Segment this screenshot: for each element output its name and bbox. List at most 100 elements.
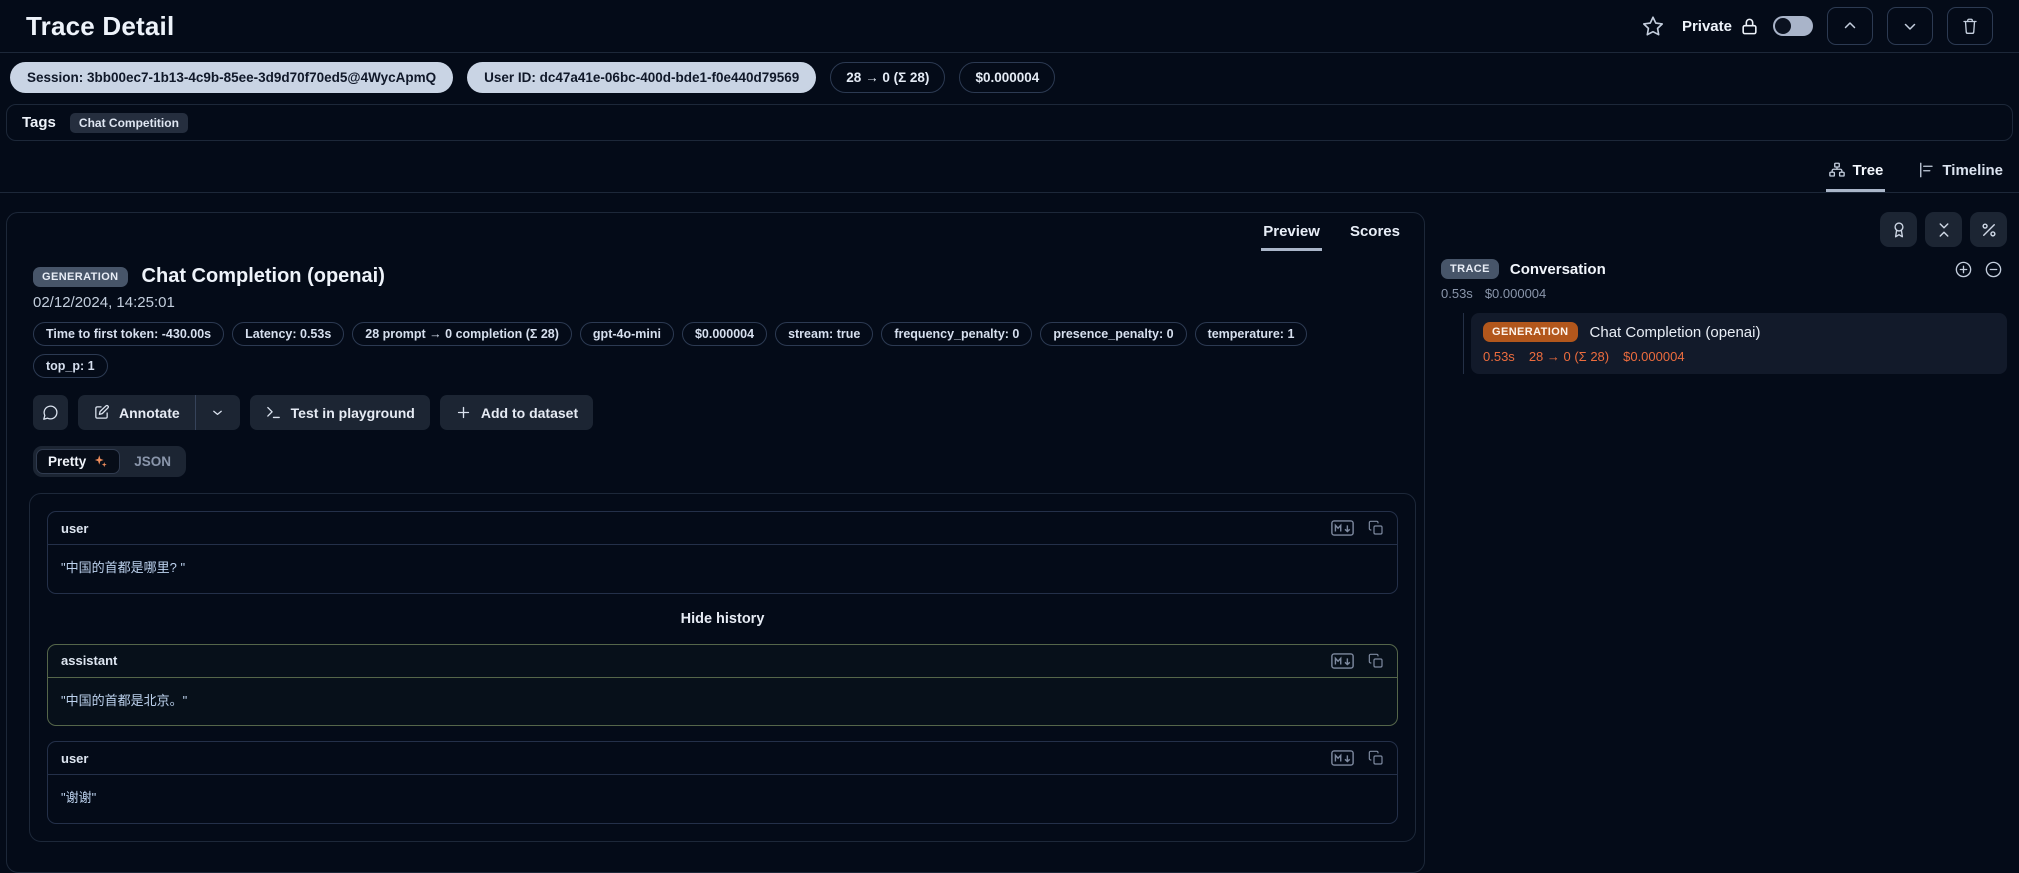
tab-preview[interactable]: Preview: [1261, 223, 1322, 251]
tree-item-generation[interactable]: GENERATION Chat Completion (openai) 0.53…: [1471, 313, 2007, 374]
pill-latency: Latency: 0.53s: [232, 322, 344, 346]
comment-button[interactable]: [33, 395, 68, 430]
metadata-pill-row-1: Time to first token: -430.00s Latency: 0…: [33, 322, 1398, 346]
trace-detail-page: Trace Detail Private Session: 3bb00ec7-1…: [0, 0, 2019, 873]
view-mode-tabs: Tree Timeline: [0, 147, 2019, 193]
message-content: "中国的首都是北京。": [48, 678, 1397, 726]
chevron-up-icon: [1841, 17, 1859, 35]
privacy-control: Private: [1682, 16, 1813, 36]
pill-token-usage: 28 prompt → 0 completion (Σ 28): [352, 322, 572, 346]
trace-type-badge: TRACE: [1441, 259, 1499, 279]
message-content: "中国的首都是哪里? ": [48, 545, 1397, 593]
tree-toolbar: [1441, 212, 2007, 247]
next-observation-button[interactable]: [1887, 7, 1933, 45]
message-user-2: user "谢谢": [47, 741, 1398, 824]
message-header: assistant: [48, 645, 1397, 678]
tags-section: Tags Chat Competition: [6, 104, 2013, 141]
format-pretty-label: Pretty: [48, 454, 86, 469]
top-bar-actions: Private: [1638, 7, 1993, 45]
tab-timeline[interactable]: Timeline: [1915, 157, 2005, 192]
pill-top-p: top_p: 1: [33, 354, 108, 378]
privacy-toggle[interactable]: [1773, 16, 1813, 36]
trash-icon: [1961, 17, 1979, 35]
annotate-dropdown-button[interactable]: [196, 395, 240, 430]
collapse-node-button[interactable]: [1984, 260, 2003, 279]
generation-tokens: 28 → 0 (Σ 28): [1529, 349, 1609, 364]
tag-chat-competition[interactable]: Chat Competition: [70, 113, 188, 133]
copy-button[interactable]: [1368, 653, 1384, 669]
generation-row: GENERATION Chat Completion (openai): [1483, 322, 1995, 342]
copy-button[interactable]: [1368, 520, 1384, 536]
total-cost-badge: $0.000004: [959, 62, 1055, 93]
chevron-down-icon: [1901, 17, 1919, 35]
message-header: user: [48, 512, 1397, 545]
pill-presence-penalty: presence_penalty: 0: [1040, 322, 1186, 346]
chevrons-collapse-icon: [1935, 221, 1953, 239]
copy-icon: [1368, 653, 1384, 669]
top-bar: Trace Detail Private: [0, 0, 2019, 53]
markdown-toggle-button[interactable]: [1331, 750, 1354, 766]
tree-item-trace[interactable]: TRACE Conversation: [1441, 259, 2007, 279]
format-pretty-option[interactable]: Pretty: [36, 449, 120, 474]
message-user-1: user "中国的首都是哪里? ": [47, 511, 1398, 594]
sparkles-icon: [93, 454, 108, 469]
pill-frequency-penalty: frequency_penalty: 0: [881, 322, 1032, 346]
plus-icon: [455, 404, 472, 421]
generation-badge: GENERATION: [1483, 322, 1578, 342]
tab-scores[interactable]: Scores: [1348, 223, 1402, 251]
observation-title: Chat Completion (openai): [142, 265, 385, 288]
award-icon: [1890, 221, 1908, 239]
bookmark-star-button[interactable]: [1638, 11, 1668, 41]
generation-type-badge: GENERATION: [33, 267, 128, 287]
toggle-knob: [1775, 18, 1791, 34]
metrics-toggle-button[interactable]: [1970, 212, 2007, 247]
annotate-split-button: Annotate: [78, 395, 240, 430]
previous-observation-button[interactable]: [1827, 7, 1873, 45]
trace-title: Conversation: [1510, 261, 1606, 278]
scores-toggle-button[interactable]: [1880, 212, 1917, 247]
star-icon: [1642, 15, 1664, 37]
trace-id-badges: Session: 3bb00ec7-1b13-4c9b-85ee-3d9d70f…: [0, 53, 2019, 102]
message-content: "谢谢": [48, 775, 1397, 823]
privacy-label: Private: [1682, 18, 1732, 35]
page-title: Trace Detail: [26, 11, 174, 42]
markdown-toggle-button[interactable]: [1331, 520, 1354, 536]
copy-button[interactable]: [1368, 750, 1384, 766]
pill-time-to-first-token: Time to first token: -430.00s: [33, 322, 224, 346]
session-badge[interactable]: Session: 3bb00ec7-1b13-4c9b-85ee-3d9d70f…: [10, 62, 453, 93]
hide-history-button[interactable]: Hide history: [671, 609, 775, 629]
message-tools: [1331, 520, 1384, 536]
expand-all-button[interactable]: [1954, 260, 1973, 279]
test-in-playground-button[interactable]: Test in playground: [250, 395, 430, 430]
pill-model[interactable]: gpt-4o-mini: [580, 322, 674, 346]
generation-cost: $0.000004: [1623, 349, 1684, 364]
trace-latency: 0.53s: [1441, 286, 1473, 301]
format-json-label: JSON: [134, 454, 171, 469]
delete-trace-button[interactable]: [1947, 7, 1993, 45]
collapse-all-button[interactable]: [1925, 212, 1962, 247]
user-id-badge[interactable]: User ID: dc47a41e-06bc-400d-bde1-f0e440d…: [467, 62, 816, 93]
tab-timeline-label: Timeline: [1942, 162, 2003, 179]
tab-scores-label: Scores: [1350, 223, 1400, 240]
tab-tree-label: Tree: [1853, 162, 1884, 179]
io-preview-card: user "中国的首都是哪里? " Hide history: [29, 493, 1416, 842]
message-header: user: [48, 742, 1397, 775]
pill-cost: $0.000004: [682, 322, 767, 346]
comment-icon: [42, 404, 59, 421]
format-json-option[interactable]: JSON: [122, 449, 183, 474]
observation-panel: Preview Scores GENERATION Chat Completio…: [6, 212, 1425, 873]
preview-scores-tabs: Preview Scores: [7, 213, 1424, 251]
terminal-icon: [265, 404, 282, 421]
add-to-dataset-label: Add to dataset: [481, 405, 578, 421]
annotate-pen-icon: [93, 404, 110, 421]
markdown-toggle-button[interactable]: [1331, 653, 1354, 669]
metadata-pills: Time to first token: -430.00s Latency: 0…: [7, 311, 1424, 378]
message-assistant: assistant "中国的首都是北京。": [47, 644, 1398, 727]
message-role: user: [61, 521, 88, 536]
generation-latency: 0.53s: [1483, 349, 1515, 364]
tab-preview-label: Preview: [1263, 223, 1320, 240]
annotate-button[interactable]: Annotate: [78, 395, 195, 430]
add-to-dataset-button[interactable]: Add to dataset: [440, 395, 593, 430]
tags-label: Tags: [22, 114, 56, 131]
tab-tree[interactable]: Tree: [1826, 157, 1886, 192]
